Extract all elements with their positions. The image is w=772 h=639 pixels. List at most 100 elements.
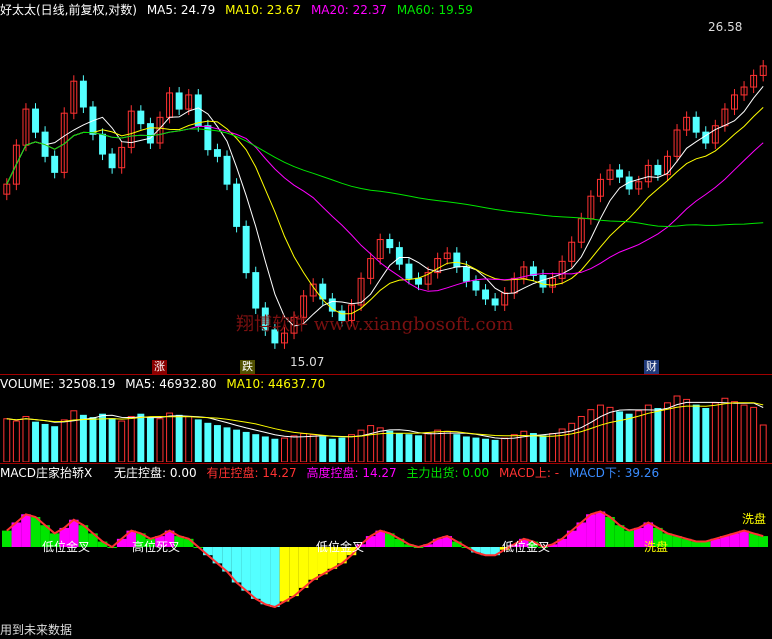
volume-bar xyxy=(166,412,174,462)
macd-bar xyxy=(586,514,596,547)
candle-body xyxy=(395,247,403,265)
ma5-readout: MA5: 24.79 xyxy=(146,3,216,17)
ma60-readout: MA60: 19.59 xyxy=(396,3,473,17)
macd-up-readout: MACD上: - xyxy=(498,466,560,480)
high-control-readout: 高度控盘: 14.27 xyxy=(306,466,397,480)
volume-bar xyxy=(606,406,614,462)
volume-bar xyxy=(79,414,87,462)
volume-bar xyxy=(108,418,116,462)
volume-bar xyxy=(587,409,595,462)
volume-bar xyxy=(271,438,279,462)
volume-bar xyxy=(118,420,126,462)
macd-bar xyxy=(270,547,280,607)
macd-bar xyxy=(758,536,768,547)
volume-bar xyxy=(252,434,260,462)
macd-down-readout: MACD下: 39.26 xyxy=(568,466,660,480)
volume-bar xyxy=(70,410,78,462)
macd-bar xyxy=(729,533,740,547)
volume-bar xyxy=(462,436,470,462)
volume-bar xyxy=(137,413,145,462)
watermark: 翔博软件 www.xiangbosoft.com xyxy=(236,314,514,335)
volume-bar xyxy=(242,431,250,462)
volume-bar xyxy=(348,434,355,462)
candle-body xyxy=(616,169,624,178)
volume-ma5: MA5: 46932.80 xyxy=(125,377,217,391)
volume-bar xyxy=(223,427,231,462)
volume-bar xyxy=(453,434,461,462)
volume-bar xyxy=(731,401,738,462)
volume-bar xyxy=(185,415,193,462)
volume-bar xyxy=(89,417,97,462)
volume-bar xyxy=(529,433,537,462)
candle-body xyxy=(472,280,480,291)
volume-ma10: MA10: 44637.70 xyxy=(226,377,326,391)
macd-bar xyxy=(595,511,606,547)
finance-tag: 财 xyxy=(644,360,659,374)
macd-bar xyxy=(289,547,299,597)
macd-bar xyxy=(250,547,261,599)
volume-bar xyxy=(204,422,212,462)
candle-body xyxy=(194,94,202,127)
volume-bar xyxy=(338,437,346,462)
candle-body xyxy=(386,239,394,249)
candle-body xyxy=(482,289,490,300)
volume-bar xyxy=(12,420,20,462)
volume-bar xyxy=(213,425,221,462)
volume-bar xyxy=(625,413,633,462)
volume-bar xyxy=(51,426,59,462)
volume-readout: VOLUME: 32508.19 xyxy=(0,377,116,391)
volume-bar xyxy=(539,435,547,462)
macd-bar xyxy=(748,533,759,547)
volume-bar xyxy=(740,404,748,462)
ma5-line xyxy=(6,85,764,327)
candle-body xyxy=(692,116,700,133)
macd-label-4: 低位金叉 xyxy=(502,540,551,554)
volume-bar xyxy=(99,413,107,462)
separator-2 xyxy=(0,463,772,464)
volume-bar xyxy=(549,433,557,462)
candle-body xyxy=(233,183,241,227)
candle-body xyxy=(213,149,221,157)
macd-bar xyxy=(260,547,271,605)
volume-bar xyxy=(663,402,671,462)
candle-body xyxy=(405,263,413,279)
ma60-line xyxy=(6,128,764,228)
candle-body xyxy=(175,92,183,110)
candle-body xyxy=(32,108,39,133)
volume-bar xyxy=(568,422,576,462)
candle-body xyxy=(108,153,116,169)
ma10-readout: MA10: 23.67 xyxy=(225,3,302,17)
candle-body xyxy=(415,277,422,285)
volume-bar xyxy=(415,435,422,462)
volume-bar xyxy=(233,429,241,462)
volume-bar xyxy=(721,397,729,462)
volume-bar xyxy=(127,415,135,462)
ma20-readout: MA20: 22.37 xyxy=(310,3,387,17)
volume-bar xyxy=(41,423,49,462)
volume-bar xyxy=(616,411,624,462)
volume-bar xyxy=(376,427,384,462)
volume-legend: VOLUME: 32508.19 MA5: 46932.80 MA10: 446… xyxy=(0,376,331,392)
candle-body xyxy=(462,266,470,282)
macd-bar xyxy=(241,547,251,591)
volume-bar xyxy=(692,404,700,462)
volume-bar xyxy=(300,433,308,462)
candle-body xyxy=(252,272,260,309)
footer-note: 用到未来数据 xyxy=(0,623,73,637)
candle-body xyxy=(654,164,662,176)
volume-bar xyxy=(319,436,327,462)
volume-bar xyxy=(491,439,499,462)
macd-bar xyxy=(633,527,644,547)
volume-bar xyxy=(510,434,518,462)
volume-chart xyxy=(3,395,767,462)
volume-bar xyxy=(424,433,432,462)
macd-label-2: 高位死叉 xyxy=(132,540,181,554)
volume-bar xyxy=(654,408,662,462)
volume-bar xyxy=(32,421,39,462)
volume-bar xyxy=(395,433,403,462)
volume-bar xyxy=(261,436,269,462)
no-control-readout: 无庄控盘: 0.00 xyxy=(114,466,197,480)
volume-bar xyxy=(22,415,30,462)
volume-bar xyxy=(280,437,288,462)
fall-tag: 跌 xyxy=(240,360,255,374)
